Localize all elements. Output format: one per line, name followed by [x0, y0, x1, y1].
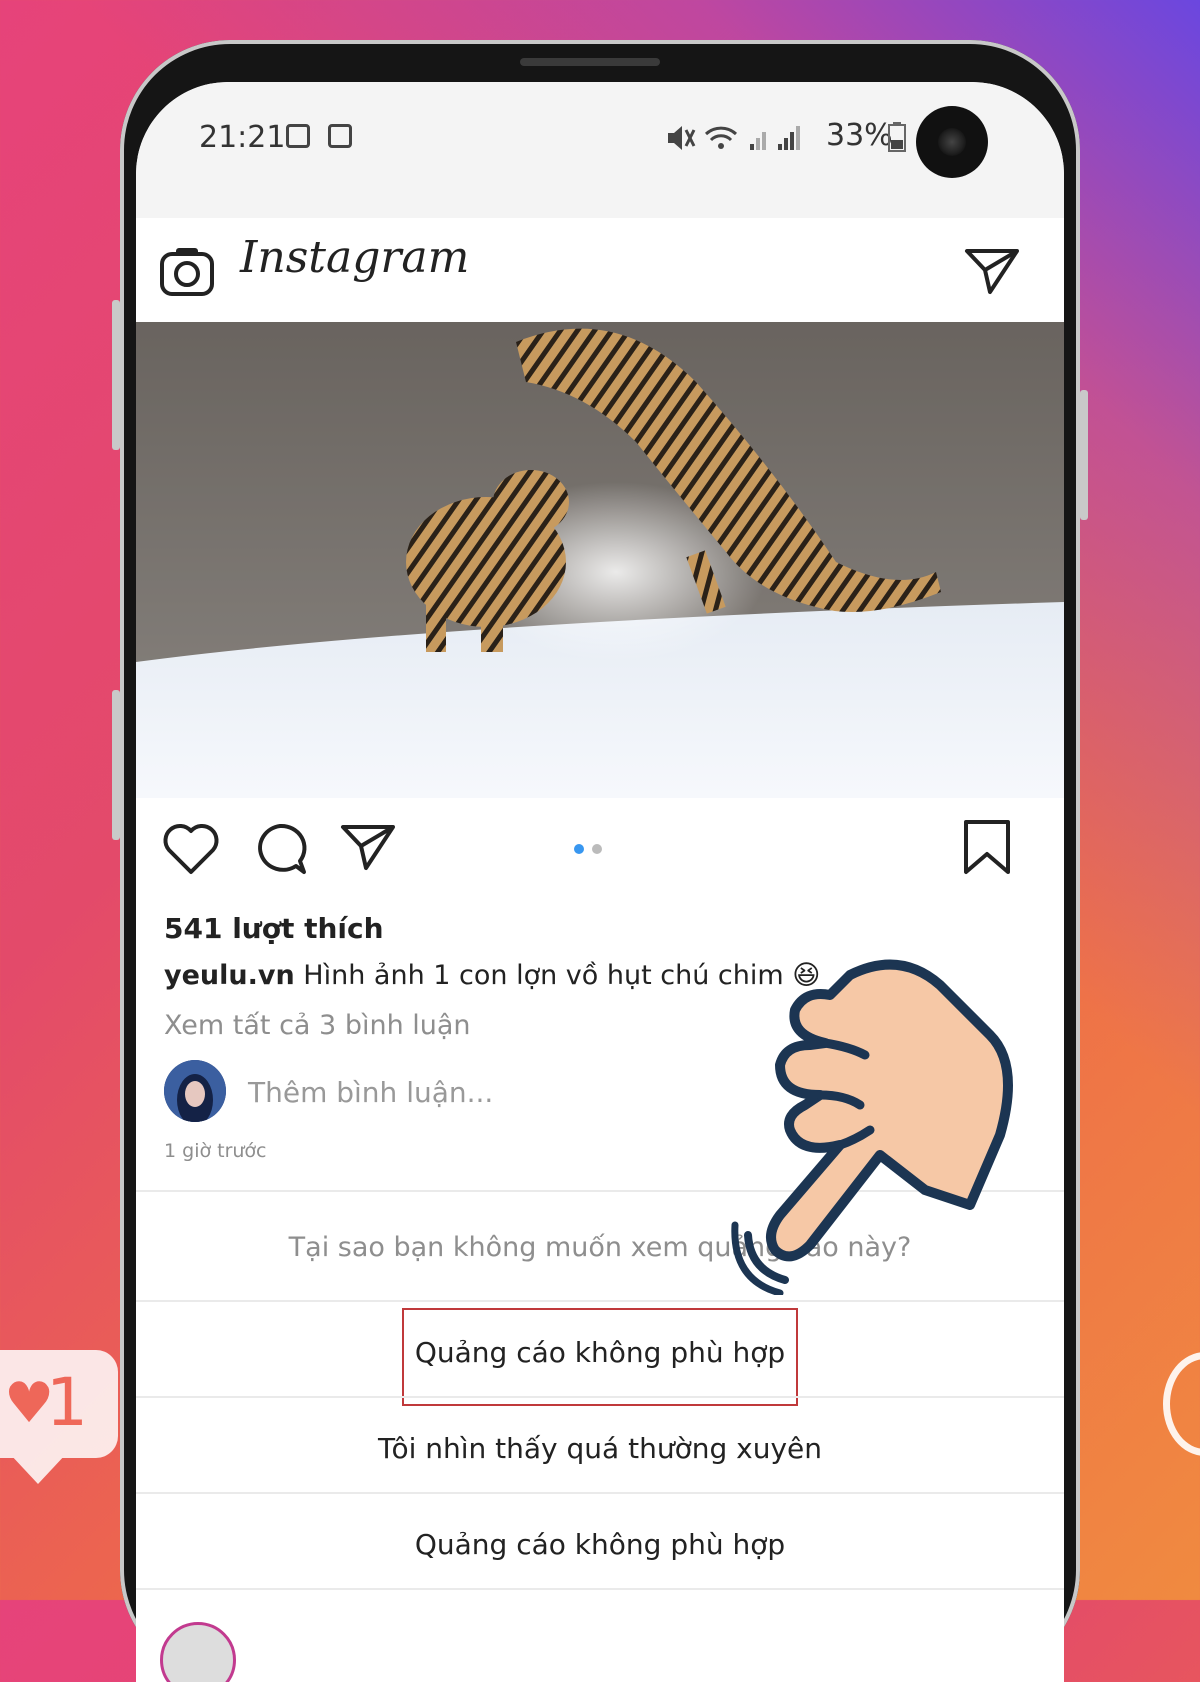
front-camera — [916, 106, 988, 178]
wifi-icon — [704, 126, 738, 149]
option-highlight-box — [402, 1308, 798, 1406]
battery-percentage: 33% — [826, 118, 893, 153]
instagram-header: Instagram — [136, 218, 1064, 322]
post-timestamp: 1 giờ trước — [164, 1140, 267, 1162]
carousel-dot — [592, 844, 602, 854]
share-icon[interactable] — [340, 822, 396, 872]
divider — [136, 1396, 1064, 1398]
feedback-option-too-often[interactable]: Tôi nhìn thấy quá thường xuyên — [136, 1432, 1064, 1465]
instagram-logo: Instagram — [240, 232, 470, 283]
add-comment-input[interactable]: Thêm bình luận... — [248, 1076, 493, 1109]
mute-icon — [668, 126, 696, 150]
phone-speaker — [520, 58, 660, 66]
like-notification-count: 1 — [46, 1364, 88, 1441]
like-icon[interactable] — [162, 822, 220, 876]
post-action-row — [136, 812, 1064, 882]
phone-frame: 21:21 33% Instagram 541 lượt thích yeulu… — [112, 40, 1088, 1682]
post-image[interactable] — [136, 322, 1064, 798]
view-all-comments-link[interactable]: Xem tất cả 3 bình luận — [164, 1010, 471, 1041]
signal-icon-2 — [778, 126, 800, 150]
pointing-hand-icon — [731, 959, 1013, 1295]
camera-icon[interactable] — [160, 246, 214, 296]
divider — [136, 1300, 1064, 1302]
direct-message-icon[interactable] — [964, 246, 1020, 296]
bookmark-icon[interactable] — [962, 818, 1012, 878]
connectivity-icons — [668, 126, 800, 150]
power-button — [1080, 390, 1088, 520]
caption-text: Hình ảnh 1 con lợn vồ hụt chú chim — [303, 960, 784, 991]
divider — [136, 1588, 1064, 1590]
divider — [136, 1492, 1064, 1494]
caption-username[interactable]: yeulu.vn — [164, 960, 295, 991]
bixby-button — [112, 690, 120, 840]
carousel-dot-active — [574, 844, 584, 854]
like-count[interactable]: 541 lượt thích — [164, 912, 384, 945]
comment-icon[interactable] — [252, 822, 308, 876]
screen-recorder-icon — [328, 124, 352, 148]
status-bar: 21:21 33% — [136, 82, 1064, 218]
gallery-notification-icon — [286, 124, 310, 148]
battery-icon — [888, 122, 906, 152]
post-caption: yeulu.vn Hình ảnh 1 con lợn vồ hụt chú c… — [164, 960, 820, 991]
volume-button — [112, 300, 120, 450]
like-notification-badge: ♥ 1 — [0, 1350, 118, 1484]
user-avatar — [164, 1060, 226, 1122]
feedback-option-inappropriate-2[interactable]: Quảng cáo không phù hợp — [136, 1528, 1064, 1561]
signal-icon-1 — [750, 132, 766, 150]
next-post-avatar[interactable] — [160, 1622, 236, 1682]
status-time: 21:21 — [199, 120, 286, 155]
phone-screen: 21:21 33% Instagram 541 lượt thích yeulu… — [136, 82, 1064, 1682]
